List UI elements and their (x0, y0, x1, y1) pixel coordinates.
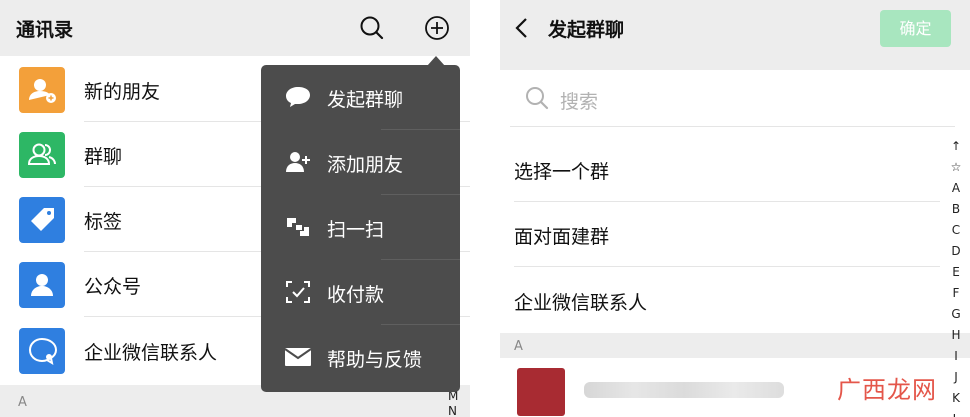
menu-item-label: 扫一扫 (327, 219, 385, 241)
add-menu-popover: 发起群聊 添加朋友 扫一扫 收付款 帮助与反馈 (261, 65, 460, 392)
blurred-contact-name (584, 382, 784, 398)
menu-item-label: 添加朋友 (327, 154, 404, 176)
index-letter[interactable]: I (943, 346, 969, 367)
contact-item-label: 新的朋友 (84, 81, 161, 103)
menu-item-start-group-chat[interactable]: 发起群聊 (261, 65, 460, 130)
index-letter[interactable]: N (448, 404, 457, 417)
menu-item-payment[interactable]: 收付款 (261, 260, 460, 325)
search-icon[interactable] (358, 14, 386, 42)
index-letter[interactable]: B (943, 199, 969, 220)
option-label: 选择一个群 (514, 161, 610, 183)
option-label: 面对面建群 (514, 226, 610, 248)
payment-icon (284, 279, 312, 305)
menu-item-scan[interactable]: 扫一扫 (261, 195, 460, 260)
divider (514, 266, 940, 267)
alphabet-index[interactable]: ↑ ☆ A B C D E F G H I J K L (943, 136, 969, 417)
contacts-header: 通讯录 (0, 0, 470, 56)
add-friend-icon (284, 149, 312, 175)
work-contact-icon (19, 328, 65, 374)
section-letter: A (514, 339, 523, 354)
add-circle-icon[interactable] (423, 14, 451, 42)
add-friend-icon (19, 67, 65, 113)
index-letter[interactable]: ☆ (943, 157, 969, 178)
avatar (517, 368, 565, 416)
tag-icon (19, 197, 65, 243)
index-letter[interactable]: C (943, 220, 969, 241)
header-spacer (500, 56, 970, 70)
index-letter[interactable]: G (943, 304, 969, 325)
menu-item-label: 帮助与反馈 (327, 349, 423, 371)
contact-item-label: 企业微信联系人 (84, 342, 218, 364)
menu-item-label: 发起群聊 (327, 89, 404, 111)
search-bar[interactable]: 搜索 (500, 70, 970, 127)
option-select-group[interactable]: 选择一个群 (500, 137, 970, 202)
index-letter[interactable]: L (943, 409, 969, 417)
divider (510, 126, 955, 127)
mail-icon (284, 344, 312, 370)
menu-item-label: 收付款 (327, 284, 385, 306)
section-letter: A (18, 395, 27, 410)
index-letter[interactable]: K (943, 388, 969, 409)
watermark: 广西龙网 (837, 376, 937, 404)
confirm-button[interactable]: 确定 (880, 10, 951, 47)
index-letter[interactable]: ↑ (943, 136, 969, 157)
index-letter[interactable]: A (943, 178, 969, 199)
search-placeholder: 搜索 (560, 91, 599, 113)
option-work-contacts[interactable]: 企业微信联系人 (500, 268, 970, 333)
page-title: 通讯录 (16, 19, 74, 41)
official-account-icon (19, 262, 65, 308)
index-letter[interactable]: F (943, 283, 969, 304)
menu-item-add-friend[interactable]: 添加朋友 (261, 130, 460, 195)
group-chat-header: 发起群聊 确定 (500, 0, 970, 56)
menu-item-help-feedback[interactable]: 帮助与反馈 (261, 325, 460, 390)
contact-item-label: 标签 (84, 211, 123, 233)
start-group-chat-screen: 发起群聊 确定 搜索 选择一个群 面对面建群 企业微信联系人 A ↑ ☆ A B… (500, 0, 970, 417)
contact-item-label: 公众号 (84, 276, 142, 298)
index-letter[interactable]: H (943, 325, 969, 346)
index-letter[interactable]: J (943, 367, 969, 388)
chat-bubble-icon (284, 84, 312, 110)
index-letter[interactable]: D (943, 241, 969, 262)
search-icon (524, 85, 550, 111)
group-icon (19, 132, 65, 178)
contact-item-label: 群聊 (84, 146, 123, 168)
option-face-to-face-group[interactable]: 面对面建群 (500, 202, 970, 267)
page-title: 发起群聊 (548, 19, 625, 41)
option-label: 企业微信联系人 (514, 292, 648, 314)
section-header: A (500, 333, 970, 358)
back-chevron-icon[interactable] (512, 16, 532, 40)
panel-gap (470, 0, 500, 417)
scan-icon (284, 214, 312, 240)
index-letter[interactable]: E (943, 262, 969, 283)
contacts-screen: 通讯录 新的朋友 群聊 标签 公众号 企业微信联系人 A M N 发起群聊 添加… (0, 0, 470, 417)
